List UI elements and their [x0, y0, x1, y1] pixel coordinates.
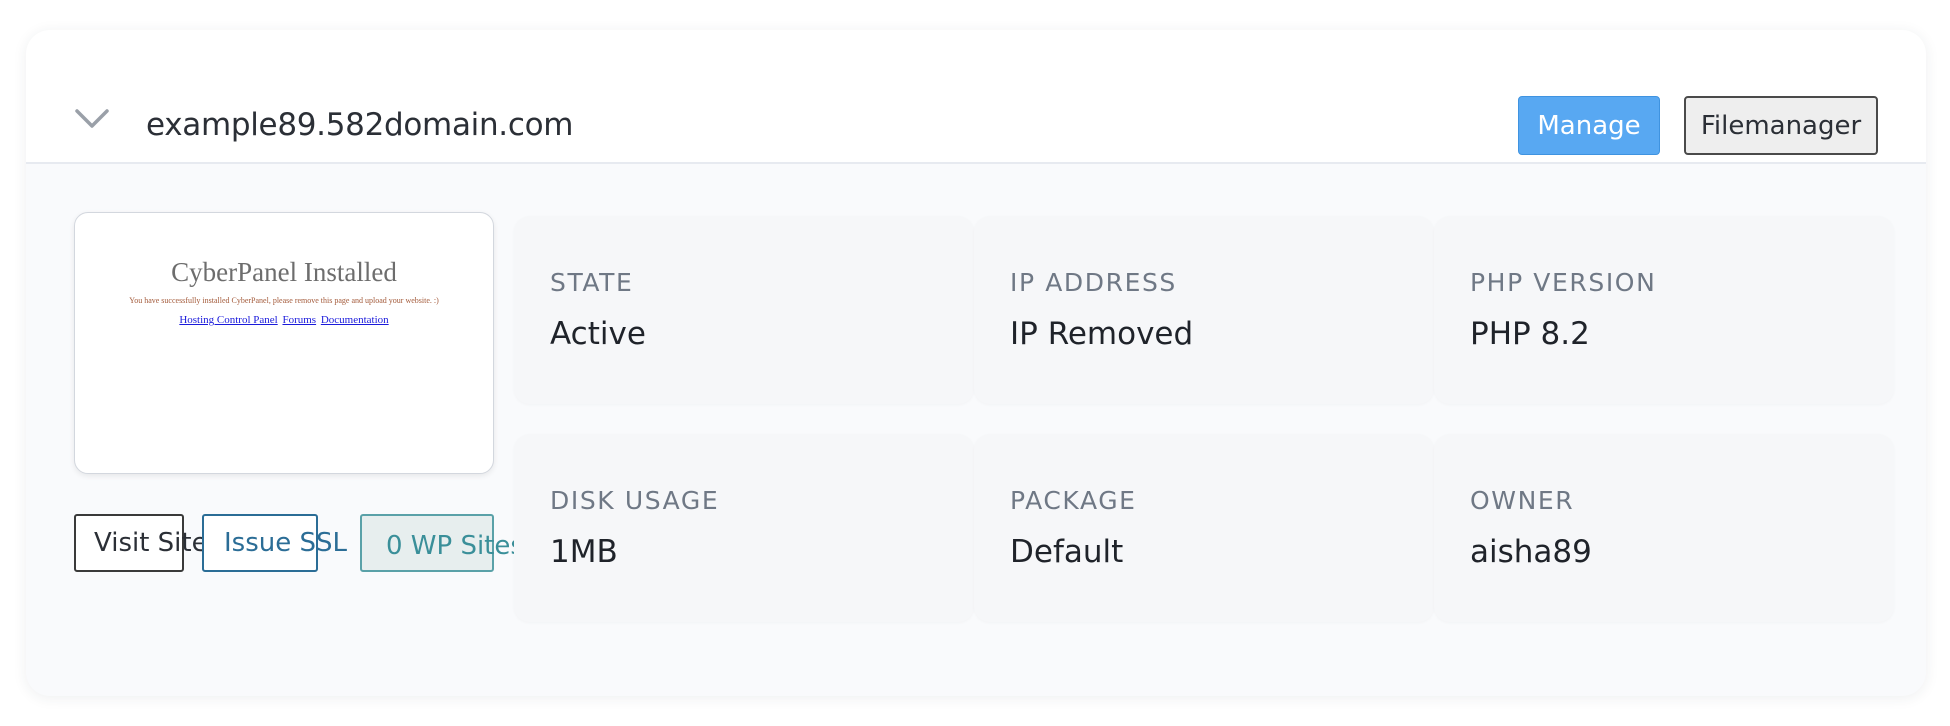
- php-version-value: PHP 8.2: [1470, 316, 1590, 352]
- ip-address-tile: IP ADDRESS IP Removed: [974, 216, 1434, 404]
- package-label: PACKAGE: [1010, 486, 1137, 515]
- filemanager-button[interactable]: Filemanager: [1684, 96, 1878, 155]
- ip-address-value: IP Removed: [1010, 316, 1194, 352]
- owner-value: aisha89: [1470, 534, 1592, 570]
- visit-site-button[interactable]: Visit Site: [74, 514, 208, 572]
- owner-label: OWNER: [1470, 486, 1575, 515]
- package-tile: PACKAGE Default: [974, 434, 1434, 622]
- website-card: example89.582domain.com Manage Filemanag…: [26, 30, 1926, 696]
- site-preview-thumbnail[interactable]: CyberPanel Installed You have successful…: [74, 212, 494, 474]
- disk-usage-tile: DISK USAGE 1MB: [514, 434, 974, 622]
- preview-title: CyberPanel Installed: [171, 257, 397, 287]
- state-value: Active: [550, 316, 646, 352]
- preview-subtitle: You have successfully installed CyberPan…: [129, 296, 439, 305]
- php-version-label: PHP VERSION: [1470, 268, 1657, 297]
- preview-link-docs: Documentation: [320, 314, 389, 326]
- state-label: STATE: [550, 268, 634, 297]
- package-value: Default: [1010, 534, 1124, 570]
- preview-link-hosting: Hosting Control Panel: [179, 314, 278, 326]
- owner-tile: OWNER aisha89: [1434, 434, 1894, 622]
- wp-sites-button[interactable]: 0 WP Sites: [360, 514, 524, 572]
- preview-links: Hosting Control Panel Forums Documentati…: [75, 314, 493, 326]
- website-card-header: example89.582domain.com Manage Filemanag…: [26, 30, 1926, 164]
- issue-ssl-button[interactable]: Issue SSL: [202, 514, 347, 572]
- disk-usage-value: 1MB: [550, 534, 618, 570]
- preview-link-forums: Forums: [282, 314, 317, 326]
- chevron-down-icon[interactable]: [74, 108, 110, 130]
- manage-button[interactable]: Manage: [1518, 96, 1660, 155]
- ip-address-label: IP ADDRESS: [1010, 268, 1177, 297]
- disk-usage-label: DISK USAGE: [550, 486, 720, 515]
- php-version-tile: PHP VERSION PHP 8.2: [1434, 216, 1894, 404]
- website-domain: example89.582domain.com: [146, 107, 574, 143]
- state-tile: STATE Active: [514, 216, 974, 404]
